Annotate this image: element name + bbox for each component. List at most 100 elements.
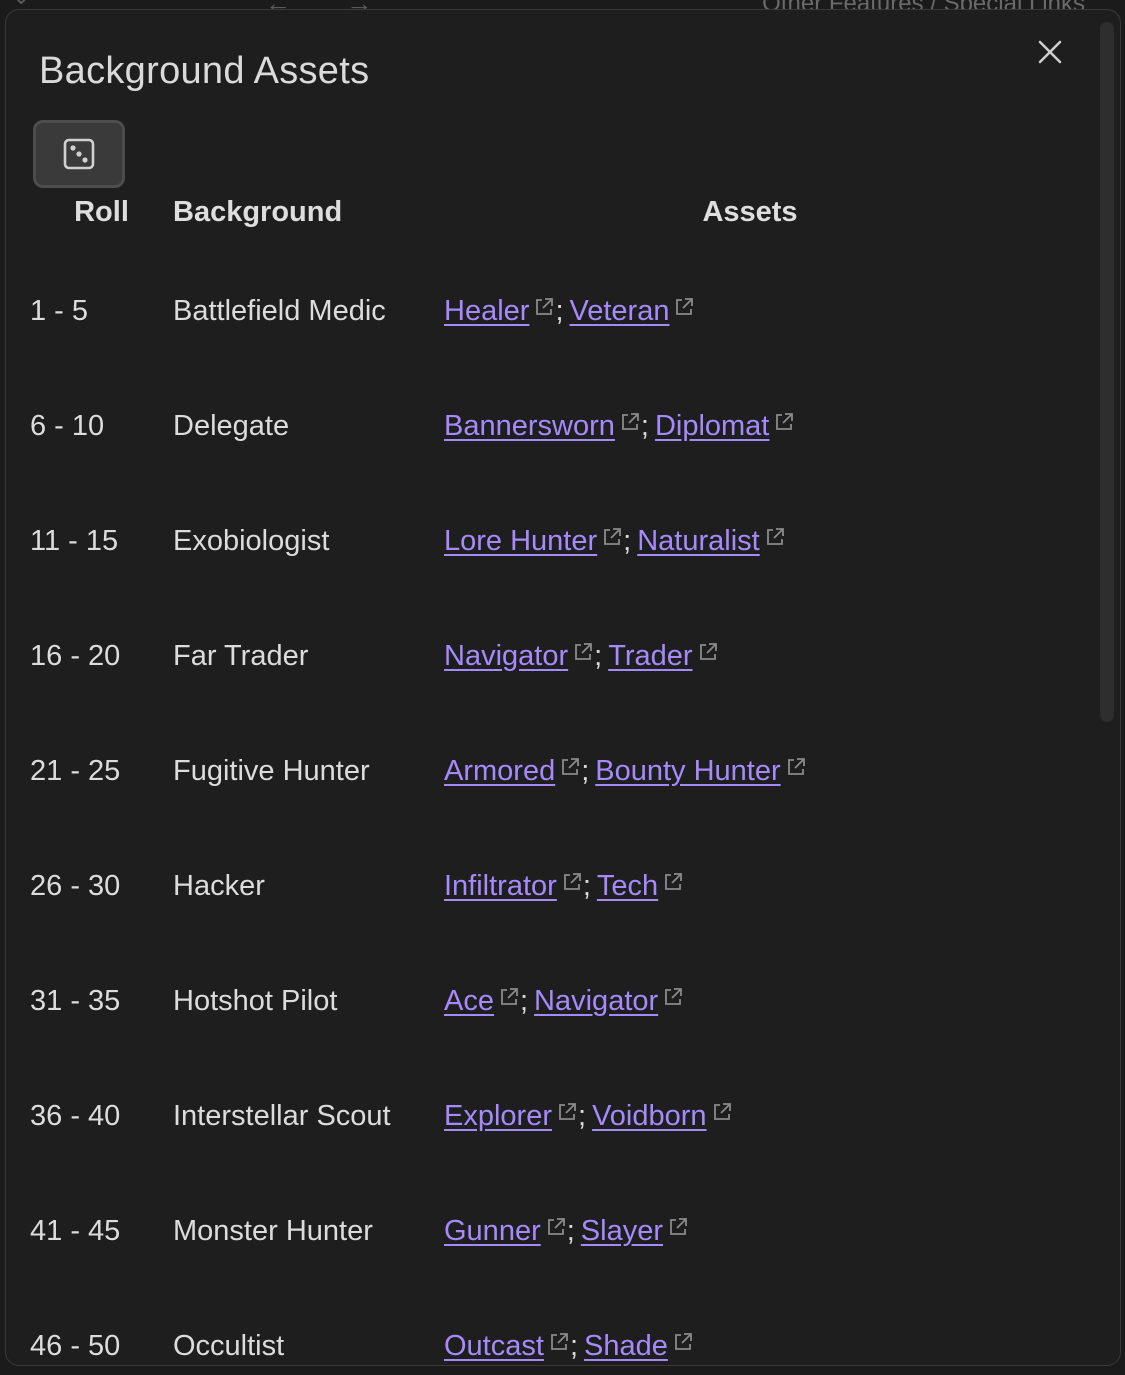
assets-cell: Armored; Bounty Hunter — [444, 714, 1056, 829]
external-link-icon — [673, 293, 695, 326]
asset-link[interactable]: Explorer — [444, 1100, 552, 1132]
table-row: 36 - 40 Interstellar Scout Explorer; Void… — [30, 1059, 1056, 1174]
roll-range: 26 - 30 — [30, 870, 121, 902]
asset-separator: ; — [623, 525, 632, 557]
external-link-icon — [711, 1098, 733, 1131]
external-link-icon — [619, 408, 641, 441]
roll-range: 31 - 35 — [30, 985, 121, 1017]
assets-cell: Ace; Navigator — [444, 944, 1056, 1059]
table-row: 21 - 25 Fugitive Hunter Armored; Bounty H… — [30, 714, 1056, 829]
roll-range: 41 - 45 — [30, 1215, 121, 1247]
column-header-roll: Roll — [74, 195, 129, 228]
column-header-assets: Assets — [702, 195, 798, 228]
asset-separator: ; — [569, 1330, 578, 1362]
asset-link[interactable]: Navigator — [444, 640, 568, 672]
external-link-icon — [672, 1328, 694, 1361]
scrollbar[interactable] — [1100, 22, 1114, 722]
asset-link[interactable]: Diplomat — [655, 410, 769, 442]
external-link-icon — [548, 1328, 570, 1361]
assets-cell: Lore Hunter; Naturalist — [444, 484, 1056, 599]
asset-separator: ; — [519, 985, 529, 1017]
asset-separator: ; — [582, 870, 591, 902]
asset-separator: ; — [555, 295, 564, 327]
background-name: Delegate — [173, 410, 290, 442]
external-link-icon — [559, 753, 581, 786]
asset-link[interactable]: Navigator — [534, 985, 658, 1017]
external-link-icon — [498, 983, 520, 1016]
asset-link[interactable]: Armored — [444, 755, 555, 787]
asset-separator: ; — [594, 640, 603, 672]
assets-cell: Outcast; Shade — [444, 1289, 1056, 1365]
assets-cell: Navigator; Trader — [444, 599, 1056, 714]
close-icon — [1038, 40, 1062, 64]
asset-separator: ; — [578, 1100, 587, 1132]
assets-cell: Healer; Veteran — [444, 254, 1056, 369]
asset-link[interactable]: Healer — [444, 295, 529, 327]
asset-link[interactable]: Gunner — [444, 1215, 541, 1247]
background-name: Occultist — [173, 1330, 285, 1362]
background-name: Far Trader — [173, 640, 309, 672]
external-link-icon — [556, 1098, 578, 1131]
assets-cell: Bannersworn; Diplomat — [444, 369, 1056, 484]
external-link-icon — [533, 293, 555, 326]
background-name: Interstellar Scout — [173, 1100, 391, 1132]
table-row: 1 - 5 Battlefield Medic Healer; Veteran — [30, 254, 1056, 369]
background-name: Exobiologist — [173, 525, 330, 557]
table-row: 26 - 30 Hacker Infiltrator; Tech — [30, 829, 1056, 944]
table-header-row: Roll Background Assets — [30, 190, 1056, 234]
asset-link[interactable]: Slayer — [581, 1215, 663, 1247]
asset-link[interactable]: Outcast — [444, 1330, 544, 1362]
asset-link[interactable]: Lore Hunter — [444, 525, 597, 557]
roll-range: 36 - 40 — [30, 1100, 121, 1132]
background-name: Hacker — [173, 870, 265, 902]
background-assets-modal: Background Assets Roll Background Assets… — [5, 9, 1121, 1366]
asset-link[interactable]: Tech — [597, 870, 658, 902]
asset-link[interactable]: Voidborn — [592, 1100, 707, 1132]
table-row: 41 - 45 Monster Hunter Gunner; Slayer — [30, 1174, 1056, 1289]
asset-link[interactable]: Naturalist — [637, 525, 760, 557]
table-row: 31 - 35 Hotshot Pilot Ace; Navigator — [30, 944, 1056, 1059]
asset-link[interactable]: Veteran — [570, 295, 670, 327]
roll-range: 6 - 10 — [30, 410, 105, 442]
roll-range: 46 - 50 — [30, 1330, 121, 1362]
asset-link[interactable]: Infiltrator — [444, 870, 557, 902]
asset-separator: ; — [640, 410, 649, 442]
external-link-icon — [773, 408, 795, 441]
external-link-icon — [697, 638, 719, 671]
asset-link[interactable]: Shade — [584, 1330, 668, 1362]
assets-cell: Gunner; Slayer — [444, 1174, 1056, 1289]
column-header-background: Background — [173, 195, 343, 228]
asset-separator: ; — [566, 1215, 575, 1247]
assets-cell: Infiltrator; Tech — [444, 829, 1056, 944]
asset-link[interactable]: Bounty Hunter — [595, 755, 780, 787]
external-link-icon — [561, 868, 583, 901]
asset-separator: ; — [581, 755, 590, 787]
roll-range: 21 - 25 — [30, 755, 121, 787]
roll-range: 1 - 5 — [30, 295, 89, 327]
roll-dice-button[interactable] — [33, 120, 125, 188]
external-link-icon — [785, 753, 807, 786]
close-button[interactable] — [1032, 34, 1068, 70]
modal-title: Background Assets — [39, 50, 370, 92]
external-link-icon — [572, 638, 594, 671]
external-link-icon — [601, 523, 623, 556]
background-name: Battlefield Medic — [173, 295, 386, 327]
roll-table: Roll Background Assets 1 - 5 Battlefield… — [30, 190, 1056, 1365]
asset-link[interactable]: Ace — [444, 985, 494, 1017]
table-body: 1 - 5 Battlefield Medic Healer; Veteran 6… — [30, 254, 1056, 1365]
table-row: 11 - 15 Exobiologist Lore Hunter; Natural… — [30, 484, 1056, 599]
background-name: Hotshot Pilot — [173, 985, 338, 1017]
table-row: 6 - 10 Delegate Bannersworn; Diplomat — [30, 369, 1056, 484]
assets-cell: Explorer; Voidborn — [444, 1059, 1056, 1174]
roll-range: 11 - 15 — [30, 525, 119, 557]
asset-link[interactable]: Trader — [608, 640, 692, 672]
external-link-icon — [662, 868, 684, 901]
background-name: Monster Hunter — [173, 1215, 373, 1247]
table-row: 46 - 50 Occultist Outcast; Shade — [30, 1289, 1056, 1365]
table-row: 16 - 20 Far Trader Navigator; Trader — [30, 599, 1056, 714]
external-link-icon — [662, 983, 684, 1016]
asset-link[interactable]: Bannersworn — [444, 410, 615, 442]
dice-icon — [63, 138, 95, 170]
roll-range: 16 - 20 — [30, 640, 121, 672]
external-link-icon — [667, 1213, 689, 1246]
